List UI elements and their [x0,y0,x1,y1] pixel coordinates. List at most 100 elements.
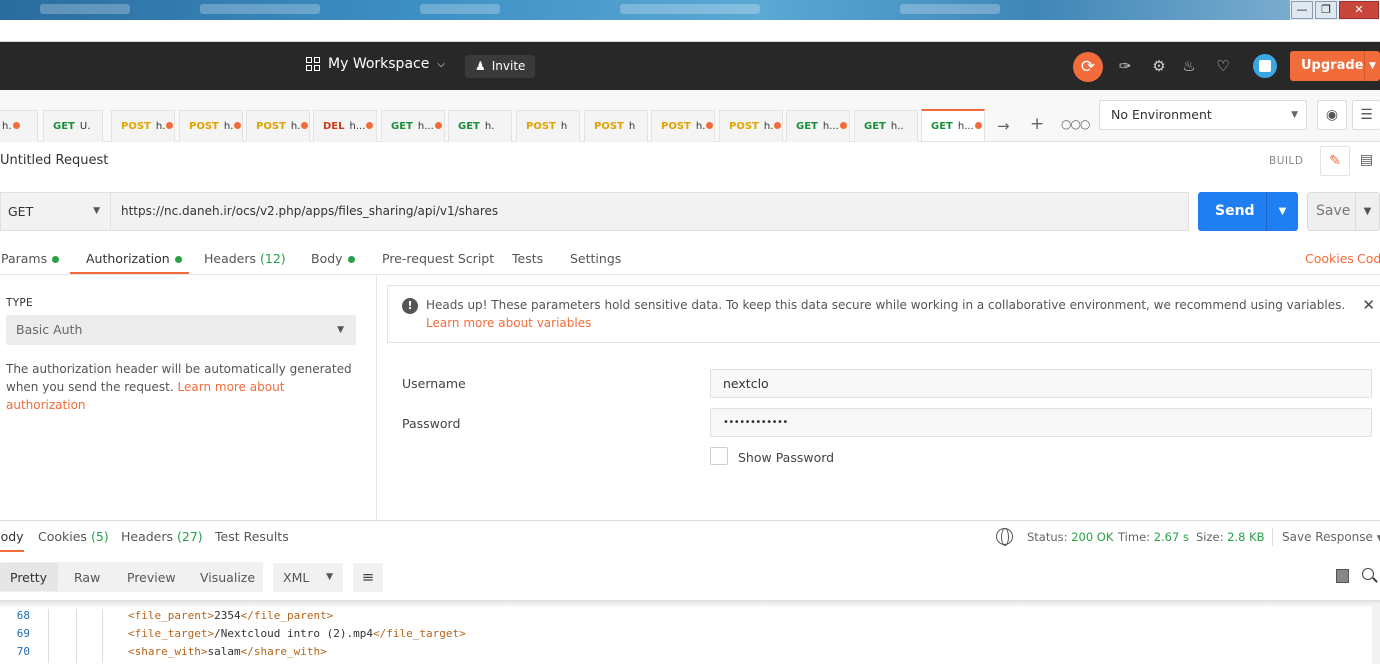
method-select[interactable]: GET ▼ [0,192,111,231]
request-tab[interactable]: POST h. [246,110,310,142]
arrow-right-icon[interactable]: → [997,117,1010,135]
avatar[interactable] [1253,54,1277,78]
cookies-link[interactable]: Cookies [1305,251,1354,266]
indent-guide [48,627,49,645]
request-tab[interactable]: GET h... [381,110,445,142]
scrollbar[interactable] [1372,603,1380,664]
request-tab[interactable]: DEL h... [313,110,377,142]
unsaved-dot [839,122,847,129]
request-tab[interactable]: POST h. [719,110,783,142]
code-line: 69 <file_target>/Nextcloud intro (2).mp4<… [0,627,1380,645]
copy-icon[interactable] [1336,569,1349,583]
chevron-down-icon[interactable]: ▼ [1364,51,1380,81]
unsaved-dot [774,122,782,129]
minimize-button[interactable]: — [1291,1,1313,19]
indent-guide [102,609,103,627]
new-tab-button[interactable]: + [1030,114,1044,134]
upgrade-button[interactable]: Upgrade ▼ [1290,51,1380,81]
tab-label: h. [484,121,495,132]
globe-icon[interactable] [996,528,1013,546]
request-tab[interactable]: POST h. [651,110,715,142]
tab-label: h [628,121,636,132]
tab-authorization[interactable]: Authorization [86,251,182,266]
language-select[interactable]: XML ▼ [273,563,343,592]
request-tab[interactable]: POST h. [179,110,243,142]
bell-icon[interactable]: ♨ [1179,56,1199,76]
format-raw[interactable]: Raw [74,570,100,585]
request-tab[interactable]: GET h. [448,110,512,142]
show-password-checkbox[interactable] [710,447,728,465]
sync-icon[interactable]: ⟳ [1073,52,1103,82]
maximize-button[interactable]: ❐ [1315,1,1337,19]
size-badge[interactable]: Size: 2.8 KB [1196,530,1265,544]
response-tab-body[interactable]: Body [0,529,24,544]
request-tab[interactable]: GET h.. [854,110,918,142]
request-tab[interactable]: POST h [516,110,580,142]
password-input[interactable]: •••••••••••• [710,408,1372,437]
tab-tests[interactable]: Tests [512,251,543,266]
send-button[interactable]: Send ▼ [1198,192,1298,231]
format-pretty[interactable]: Pretty [10,570,47,585]
close-window-button[interactable]: ✕ [1339,1,1379,19]
username-input[interactable]: nextclo [710,369,1372,398]
request-tab[interactable]: GET U. [43,110,103,142]
learn-more-variables-link[interactable]: Learn more about variables [426,316,591,330]
format-visualize[interactable]: Visualize [200,570,255,585]
tab-label: h. [155,121,166,132]
response-tab-headers[interactable]: Headers (27) [121,529,203,544]
request-tab[interactable]: GET h... [786,110,850,142]
request-tab[interactable]: GET h... [921,109,985,141]
search-icon[interactable] [1362,568,1374,580]
request-tab[interactable]: POST h [584,110,648,142]
request-tab[interactable]: h. [0,110,38,142]
auth-type-select[interactable]: Basic Auth ▼ [6,315,356,345]
time-badge[interactable]: Time: 2.67 s [1118,530,1189,544]
tab-method: DEL [323,121,345,132]
os-taskbar: — ❐ ✕ [0,0,1380,20]
save-button[interactable]: Save ▼ [1307,192,1380,231]
request-tab[interactable]: POST h. [111,110,175,142]
invite-button[interactable]: ♟ Invite [465,55,536,78]
workspace-name: My Workspace [328,56,430,72]
gear-icon[interactable]: ⚙ [1149,56,1169,76]
code-link[interactable]: Cod [1357,251,1380,266]
response-tab-cookies[interactable]: Cookies (5) [38,529,109,544]
tab-body[interactable]: Body [311,251,355,266]
edit-pencil-icon[interactable]: ✎ [1320,146,1350,176]
workspace-switcher[interactable]: My Workspace ⌵ [306,56,445,72]
chevron-down-icon[interactable]: ▼ [1355,193,1379,230]
build-mode-label: BUILD [1269,155,1304,167]
environment-select[interactable]: No Environment ▼ [1099,100,1307,130]
unsaved-dot [434,122,442,129]
eye-icon[interactable]: ◉ [1317,100,1347,130]
comments-icon[interactable]: ▤ [1353,146,1380,176]
more-tabs-icon[interactable]: ○○○ [1061,117,1090,131]
indent-guide [48,609,49,627]
tab-method: POST [189,121,219,132]
tab-method: GET [931,121,953,132]
tab-method: GET [796,121,818,132]
save-response-button[interactable]: Save Response ▼ [1282,530,1380,544]
chevron-down-icon: ▼ [1291,110,1298,120]
show-password-label[interactable]: Show Password [738,450,834,465]
chevron-down-icon: ⌵ [437,58,445,70]
response-body-code[interactable]: 68 <file_parent>2354</file_parent> 69 <file… [0,600,1380,664]
url-input[interactable]: https://nc.daneh.ir/ocs/v2.php/apps/file… [110,192,1189,231]
format-preview[interactable]: Preview [127,570,176,585]
chevron-down-icon[interactable]: ▼ [1266,192,1298,231]
request-title[interactable]: Untitled Request [0,153,108,168]
satellite-icon[interactable]: ✑ [1115,56,1135,76]
status-badge[interactable]: Status: 200 OK [1027,530,1113,544]
sliders-icon[interactable]: ☰ [1352,100,1380,130]
tab-params[interactable]: Params [1,251,60,266]
heart-icon[interactable]: ♡ [1213,56,1233,76]
response-tab-test-results[interactable]: Test Results [215,529,289,544]
tab-settings[interactable]: Settings [570,251,621,266]
sensitive-data-alert: ! Heads up! These parameters hold sensit… [387,285,1380,343]
tab-headers[interactable]: Headers (12) [204,251,286,266]
tab-prerequest-script[interactable]: Pre-request Script [382,251,494,266]
close-icon[interactable]: ✕ [1362,296,1375,314]
code-text: <share_with>salam</share_with> [128,645,327,658]
unsaved-dot [12,122,20,129]
wrap-lines-icon[interactable]: ≡ [353,563,383,592]
